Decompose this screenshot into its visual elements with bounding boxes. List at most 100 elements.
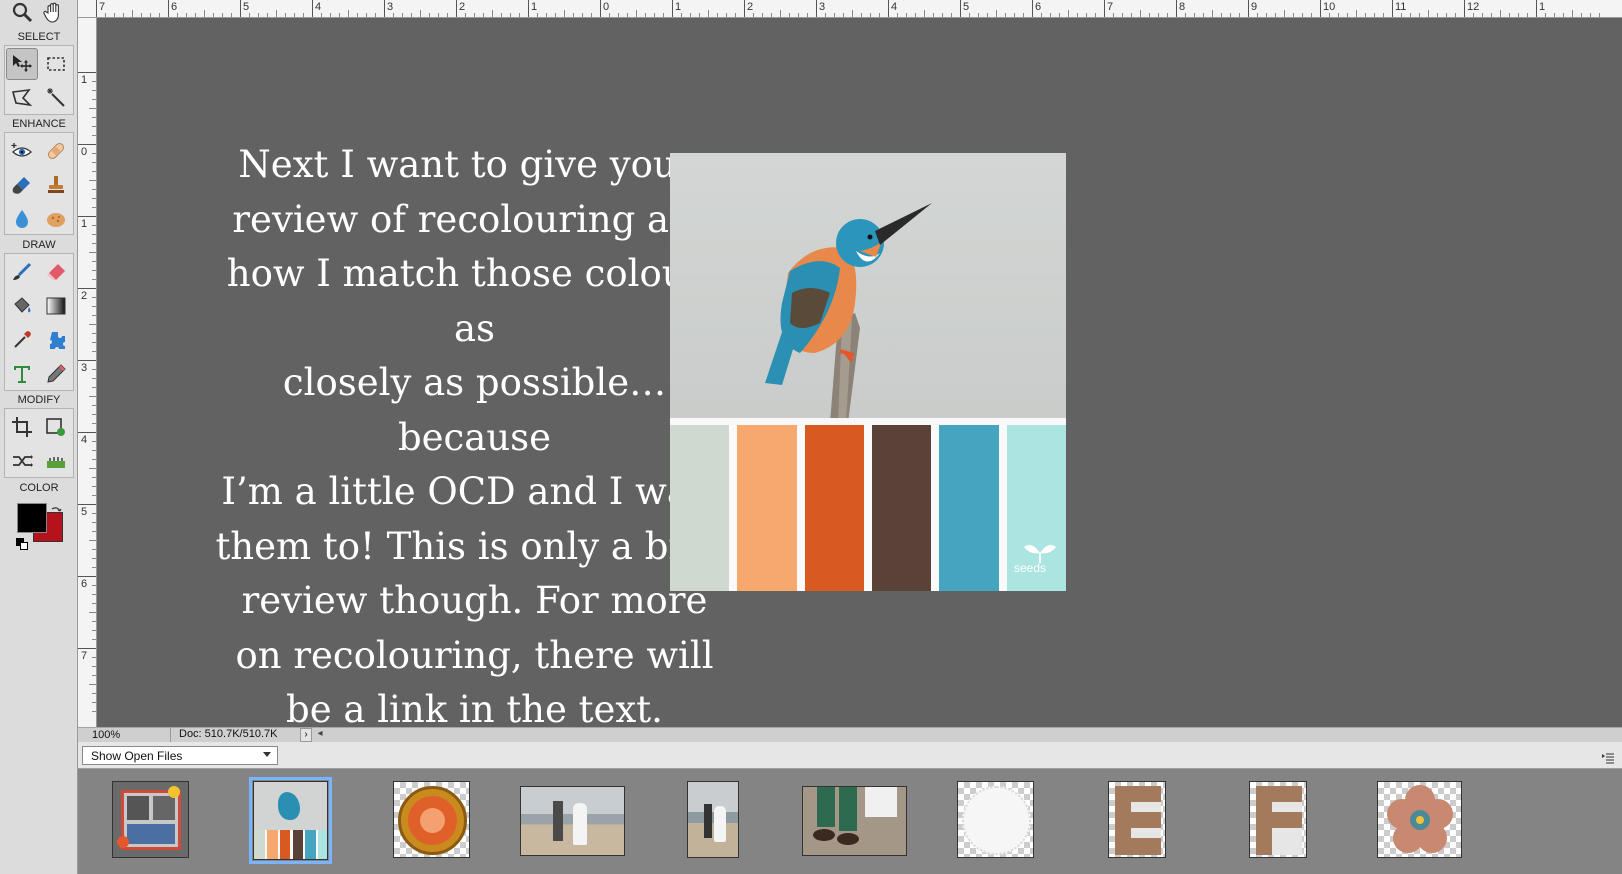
ruler-label: 6 <box>1035 1 1042 13</box>
thumbnail-couple-beach-portrait[interactable] <box>687 781 739 858</box>
chevron-right-icon: › <box>304 729 308 740</box>
ruler-label: 11 <box>1395 1 1407 13</box>
thumbnail-white-lace-doily[interactable] <box>957 781 1034 858</box>
ruler-major-tick <box>312 0 313 17</box>
ruler-label: 4 <box>315 1 322 13</box>
ruler-minor-tick <box>89 612 96 613</box>
palette-divider <box>670 418 1066 425</box>
content-aware-move-tool-button[interactable] <box>6 445 38 477</box>
ruler-major-tick <box>78 576 96 577</box>
type-tool-button[interactable] <box>6 358 38 390</box>
ruler-minor-tick <box>89 468 96 469</box>
foreground-color-swatch[interactable] <box>17 503 47 533</box>
text-line: review of recolouring and <box>232 197 717 241</box>
hand-tool-button[interactable] <box>38 0 70 28</box>
eyedropper-tool-button[interactable] <box>6 324 38 356</box>
recompose-tool-button[interactable] <box>40 411 72 443</box>
ruler-major-tick <box>78 648 96 649</box>
magic-wand-tool-button[interactable] <box>40 82 72 114</box>
status-menu-arrow[interactable]: › <box>300 728 312 742</box>
ruler-label: 5 <box>243 1 250 13</box>
sponge-tool-button[interactable] <box>40 203 72 235</box>
spot-healing-tool-button[interactable] <box>40 135 72 167</box>
thumbnail-feet-on-sand[interactable] <box>802 786 907 856</box>
ruler-label: 3 <box>387 1 394 13</box>
color-swatch <box>318 830 327 859</box>
ruler-label: 6 <box>171 1 178 13</box>
panel-menu-icon <box>1602 753 1614 764</box>
color-swatch <box>804 425 864 591</box>
ruler-label: 1 <box>81 74 88 86</box>
bin-options-menu[interactable] <box>1602 749 1614 764</box>
chevron-down-icon <box>263 752 271 757</box>
red-eye-tool-button[interactable] <box>6 135 38 167</box>
ruler-label: 0 <box>603 1 610 13</box>
ruler-minor-tick <box>89 396 96 397</box>
canvas-text-block: Next I want to give you a review of recol… <box>202 138 747 738</box>
crop-tool-button[interactable] <box>6 411 38 443</box>
ruler-major-tick <box>1032 0 1033 17</box>
kingfisher-palette-image[interactable]: seeds <box>670 153 1066 591</box>
ruler-label: 5 <box>81 506 88 518</box>
ruler-major-tick <box>1464 0 1465 17</box>
recompose-icon <box>46 418 65 436</box>
ruler-minor-tick <box>89 108 96 109</box>
dress-hem <box>865 787 897 817</box>
ruler-label: 4 <box>81 434 88 446</box>
custom-shape-tool-button[interactable] <box>40 324 72 356</box>
ruler-minor-tick <box>204 10 205 17</box>
clone-stamp-icon <box>48 176 64 193</box>
pencil-tool-button[interactable] <box>40 358 72 390</box>
color-swatch <box>737 425 797 591</box>
show-open-files-dropdown[interactable]: Show Open Files <box>82 746 278 765</box>
thumb-swatch-strip <box>254 830 327 859</box>
ruler-label: 4 <box>891 1 898 13</box>
gradient-tool-button[interactable] <box>40 290 72 322</box>
magic-wand-icon <box>47 88 65 107</box>
reset-colors-button[interactable] <box>16 538 28 550</box>
letter-f-gap-top <box>1272 802 1302 812</box>
marquee-tool-button[interactable] <box>40 48 72 80</box>
color-section-label: COLOR <box>19 482 59 494</box>
thumb-bird <box>278 792 300 820</box>
zoom-level[interactable]: 100% <box>92 729 120 741</box>
swap-colors-button[interactable] <box>50 502 62 514</box>
letter-e-wood <box>1115 786 1161 855</box>
thumbnail-kingfisher-palette[interactable] <box>249 777 332 864</box>
thumbnail-scrapbook-layout[interactable] <box>112 781 189 858</box>
move-icon <box>13 55 32 72</box>
smart-brush-icon <box>12 177 30 194</box>
brush-tool-button[interactable] <box>6 256 38 288</box>
layout-photo-a <box>127 796 149 820</box>
thumbnail-couple-beach-wide[interactable] <box>520 786 625 856</box>
smart-brush-tool-button[interactable] <box>6 169 38 201</box>
ruler-major-tick <box>96 0 97 17</box>
photo-bin <box>78 769 1622 874</box>
ruler-label: 8 <box>1179 1 1186 13</box>
ruler-minor-tick <box>1500 10 1501 17</box>
straighten-tool-button[interactable] <box>40 445 72 477</box>
content-aware-move-icon <box>13 455 33 467</box>
ruler-major-tick <box>78 216 96 217</box>
zoom-tool-button[interactable] <box>6 0 38 28</box>
document-canvas[interactable]: Next I want to give you a review of recol… <box>97 18 1622 731</box>
eraser-tool-button[interactable] <box>40 256 72 288</box>
project-bin-toolbar: Show Open Files <box>78 742 1622 769</box>
blur-tool-button[interactable] <box>6 203 38 235</box>
text-line: closely as possible… because <box>282 361 667 459</box>
clone-stamp-tool-button[interactable] <box>40 169 72 201</box>
thumbnail-pink-flower[interactable] <box>1377 781 1462 858</box>
text-line: on recolouring, there will <box>235 633 714 677</box>
scroll-left-arrow[interactable]: ◂ <box>314 728 326 742</box>
move-tool-button[interactable] <box>6 48 38 80</box>
zoom-icon <box>12 2 33 23</box>
thumbnail-wood-letter-e[interactable] <box>1108 781 1166 858</box>
thumbnail-wood-letter-f[interactable] <box>1249 781 1307 858</box>
ruler-minor-tick <box>492 10 493 17</box>
thumbnail-orange-flower-button[interactable] <box>393 781 470 858</box>
paint-bucket-tool-button[interactable] <box>6 290 38 322</box>
lasso-tool-button[interactable] <box>6 82 38 114</box>
ruler-major-tick <box>600 0 601 17</box>
eyedropper-icon <box>14 331 31 348</box>
ruler-major-tick <box>672 0 673 17</box>
